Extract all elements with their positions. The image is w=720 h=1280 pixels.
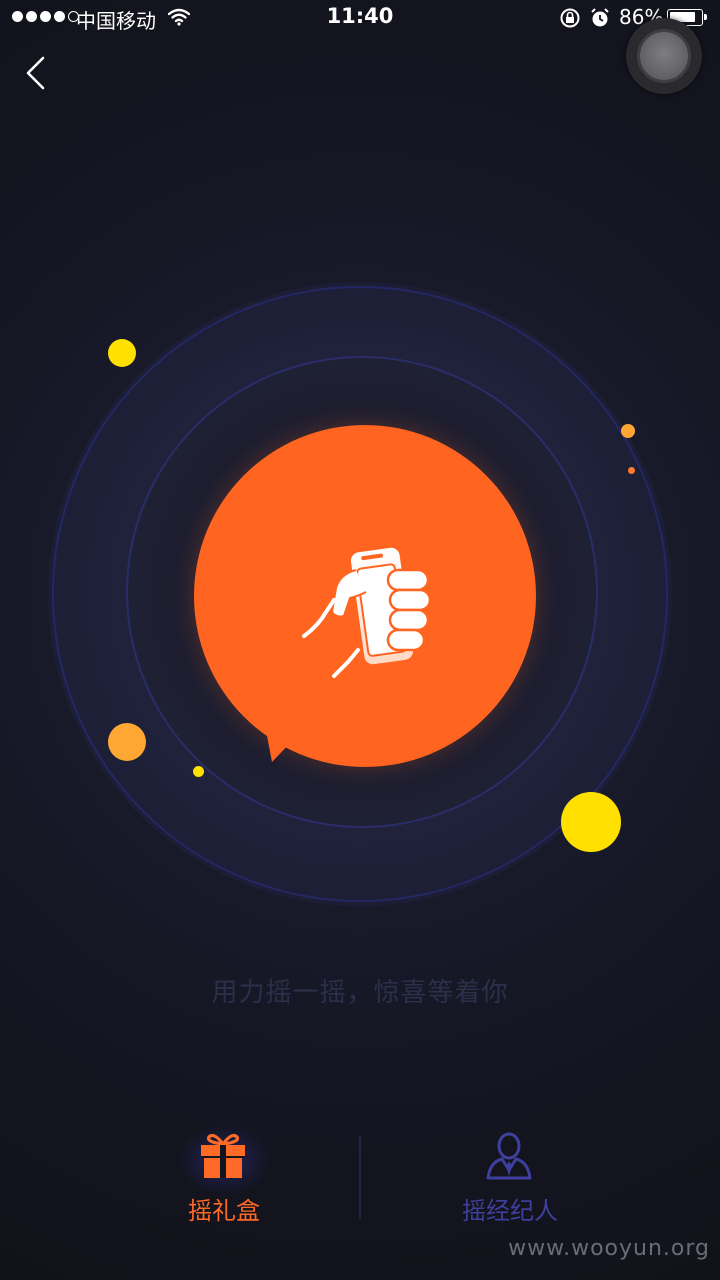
battery-cap	[704, 14, 707, 20]
decor-dot-orange	[621, 424, 635, 438]
hand-holding-phone-icon	[302, 544, 432, 678]
tab-label: 摇礼盒	[188, 1197, 260, 1225]
decor-dot-yellow-small	[193, 766, 204, 777]
tab-divider	[359, 1136, 361, 1220]
assistive-touch-button[interactable]	[626, 18, 702, 94]
screen: 中国移动 11:40 86% 用力摇一摇，惊喜等着你 摇礼盒 摇经纪人 www.…	[0, 0, 720, 1280]
gift-icon	[201, 1133, 245, 1178]
rotation-lock-icon	[560, 8, 580, 28]
agent-person-icon	[486, 1132, 532, 1180]
status-time: 11:40	[326, 4, 394, 28]
assistive-touch-icon	[637, 29, 691, 83]
watermark-text: www.wooyun.org	[508, 1236, 710, 1261]
chevron-left-icon	[26, 56, 45, 90]
back-button[interactable]	[14, 52, 58, 96]
decor-dot-yellow-large	[561, 792, 621, 852]
shake-hint-text: 用力摇一摇，惊喜等着你	[211, 978, 509, 1008]
tab-shake-gift-box[interactable]: 摇礼盒	[124, 1125, 324, 1225]
tab-label: 摇经纪人	[462, 1197, 558, 1225]
alarm-icon	[591, 8, 609, 27]
status-bar: 中国移动 11:40 86%	[0, 0, 720, 36]
decor-dot-yellow	[108, 339, 136, 367]
decor-dot-orange-small	[628, 467, 635, 474]
tab-shake-agent[interactable]: 摇经纪人	[410, 1125, 610, 1225]
decor-dot-orange-large	[108, 723, 146, 761]
